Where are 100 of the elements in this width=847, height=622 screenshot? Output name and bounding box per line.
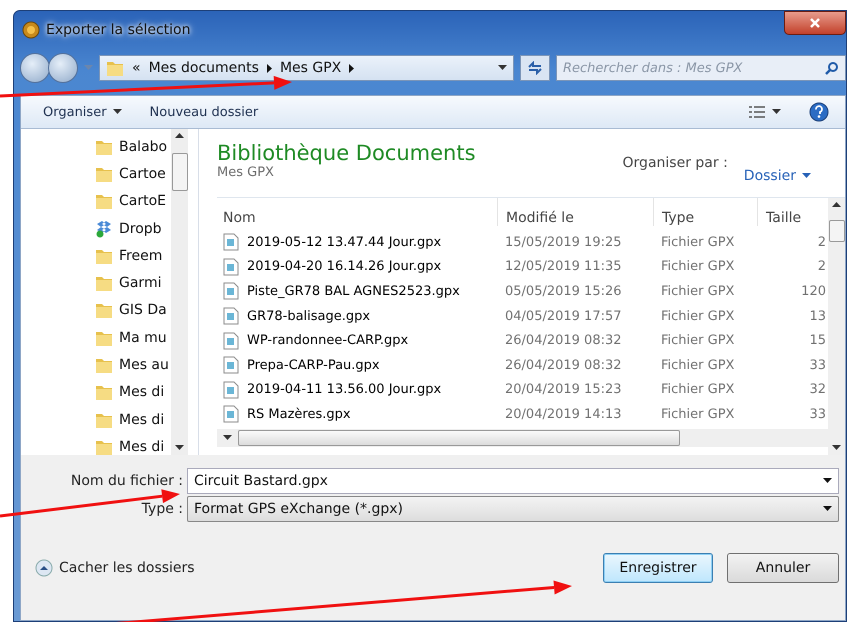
caret-icon [823, 506, 832, 512]
sidebar-item[interactable]: Mes di [95, 406, 171, 434]
scrollbar-thumb[interactable] [828, 220, 844, 242]
sidebar-item[interactable]: Cartoe [95, 160, 171, 188]
sidebar-item[interactable]: Mes au [95, 351, 171, 379]
arrange-dropdown[interactable]: Dossier [744, 155, 811, 197]
table-cell-text: Fichier GPX [660, 382, 736, 398]
dialog-button[interactable]: Enregistrer [603, 553, 713, 583]
collapse-icon [35, 559, 53, 577]
table-cell-text: 12/05/2019 11:35 [504, 259, 623, 274]
folder-icon [95, 274, 113, 292]
folder-icon [95, 383, 113, 402]
help-icon[interactable] [809, 102, 829, 122]
close-button[interactable] [784, 11, 846, 35]
scrollbar-thumb[interactable] [172, 153, 188, 191]
file-name[interactable]: Prepa-CARP-Pau.gpx [247, 358, 380, 373]
file-icon [223, 282, 239, 300]
new-folder-button[interactable]: Nouveau dossier [150, 104, 258, 120]
sidebar-item[interactable]: Garmi [95, 269, 171, 297]
filename-label: Nom du fichier : [70, 473, 183, 489]
sidebar-item[interactable]: Mes di [95, 433, 171, 455]
filename-field[interactable]: Circuit Bastard.gpx [187, 468, 839, 494]
sidebar-item[interactable]: Dropb [95, 214, 171, 242]
table-cell-text: 13 [808, 308, 827, 324]
caret-icon [832, 445, 841, 451]
table-cell-text: 26/04/2019 08:32 [504, 333, 623, 348]
horizontal-scrollbar[interactable] [217, 429, 828, 447]
file-name[interactable]: Piste_GR78 BAL AGNES2523.gpx [247, 284, 460, 299]
file-name[interactable]: GR78-balisage.gpx [247, 308, 370, 324]
table-cell-text: 2 [816, 259, 827, 274]
caret-icon [498, 65, 507, 71]
caret-icon [84, 65, 93, 71]
breadcrumb[interactable]: Mes GPX [280, 60, 342, 76]
file-row-name[interactable]: Piste_GR78 BAL AGNES2523.gpx [217, 282, 497, 300]
caret-icon [823, 478, 832, 484]
file-row-name[interactable]: Prepa-CARP-Pau.gpx [217, 356, 497, 374]
sidebar-item[interactable]: Mes di [95, 378, 171, 406]
file-icon [223, 307, 239, 326]
file-icon [223, 380, 239, 399]
file-icon [223, 356, 239, 374]
column-header[interactable]: Modifié le [497, 198, 653, 226]
file-name[interactable]: WP-randonnee-CARP.gpx [247, 333, 408, 348]
table-cell-text: Fichier GPX [660, 333, 736, 348]
chevron-icon [266, 64, 272, 72]
vertical-scrollbar[interactable] [828, 198, 845, 455]
file-name[interactable]: 2019-04-20 16.14.26 Jour.gpx [247, 259, 442, 274]
file-row-name[interactable]: GR78-balisage.gpx [217, 307, 497, 326]
window-title: Exporter la sélection [46, 22, 190, 38]
sidebar-item[interactable]: CartoE [95, 188, 171, 215]
folder-icon [95, 356, 113, 374]
file-name[interactable]: 2019-05-12 13.47.44 Jour.gpx [247, 234, 442, 250]
file-row-name[interactable]: 2019-04-11 13.56.00 Jour.gpx [217, 380, 497, 399]
sidebar-item[interactable]: GIS Da [95, 296, 171, 324]
type-dropdown[interactable]: Format GPS eXchange (*.gpx) [187, 496, 839, 522]
chevron-icon [349, 64, 354, 72]
library-subtitle: Mes GPX [217, 165, 275, 180]
app-icon [22, 21, 40, 39]
caret-icon [772, 109, 781, 115]
table-cell-text: 120 [800, 284, 827, 299]
folder-icon [95, 301, 113, 320]
caret-icon [112, 109, 122, 115]
table-cell-text: Fichier GPX [660, 308, 736, 324]
hide-folders-button[interactable]: Cacher les dossiers [35, 559, 195, 577]
file-row-name[interactable]: 2019-04-20 16.14.26 Jour.gpx [217, 258, 497, 276]
back-button[interactable] [20, 53, 50, 83]
table-cell-text: Fichier GPX [660, 259, 736, 274]
caret-icon [175, 445, 184, 451]
file-name[interactable]: 2019-04-11 13.56.00 Jour.gpx [247, 382, 442, 398]
table-cell-text: 20/04/2019 14:13 [504, 406, 623, 422]
table-cell-text: 05/05/2019 15:26 [504, 284, 623, 299]
list-view-icon [748, 105, 766, 119]
table-cell-text: 2 [816, 234, 827, 250]
dropbox-icon [95, 220, 113, 238]
sidebar-item[interactable]: Ma mu [95, 324, 171, 352]
refresh-icon [527, 61, 543, 75]
file-row-name[interactable]: WP-randonnee-CARP.gpx [217, 332, 497, 350]
up-arrow-icon [832, 202, 841, 208]
address-bar[interactable]: « Mes documents Mes GPX [99, 55, 514, 81]
file-icon [223, 405, 239, 424]
table-cell-text: 33 [808, 358, 827, 373]
organize-menu[interactable]: Organiser [43, 104, 122, 120]
refresh-button[interactable] [520, 55, 550, 81]
forward-button[interactable] [48, 53, 78, 83]
file-row-name[interactable]: RS Mazères.gpx [217, 405, 497, 424]
file-row-name[interactable]: 2019-05-12 13.47.44 Jour.gpx [217, 233, 497, 252]
view-menu[interactable] [748, 105, 781, 119]
file-name[interactable]: RS Mazères.gpx [247, 406, 351, 422]
scrollbar[interactable] [171, 129, 188, 455]
sidebar-item[interactable]: Freem [95, 242, 171, 270]
close-icon [810, 18, 820, 28]
table-cell-text: 26/04/2019 08:32 [504, 358, 623, 373]
folder-icon [106, 59, 124, 77]
breadcrumb[interactable]: Mes documents [148, 60, 259, 76]
caret-icon [802, 173, 811, 179]
table-cell-text: Fichier GPX [660, 406, 736, 422]
dialog-button[interactable]: Annuler [727, 553, 839, 583]
column-header[interactable]: Nom [217, 198, 497, 226]
sidebar-item[interactable]: Balabo [95, 133, 171, 160]
column-header[interactable]: Type [653, 198, 757, 226]
overflow-chevron[interactable]: « [132, 60, 141, 76]
